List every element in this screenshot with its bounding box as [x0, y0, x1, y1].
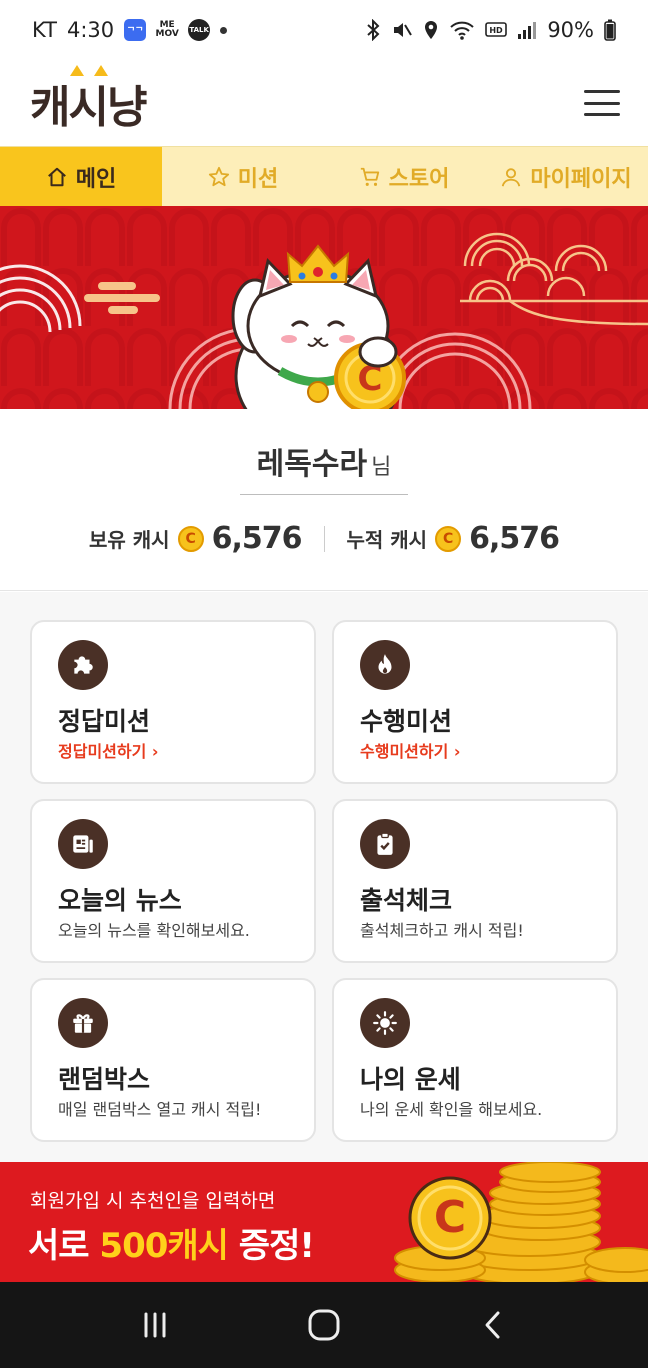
owned-cash-value: 6,576: [211, 521, 303, 556]
user-info-section: 레독수라 님 보유 캐시 C 6,576 누적 캐시 C 6,576: [0, 409, 648, 591]
owned-cash: 보유 캐시 C 6,576: [89, 521, 303, 556]
card-description: 출석체크하고 캐시 적립!: [360, 921, 524, 940]
home-circle-icon: [308, 1309, 340, 1341]
card-link[interactable]: 정답미션하기 ›: [58, 738, 158, 762]
promo-subtitle: 회원가입 시 추천인을 입력하면: [30, 1190, 276, 1212]
card-title: 나의 운세: [360, 1065, 461, 1094]
status-right: HD 90%: [365, 18, 616, 42]
cash-summary: 보유 캐시 C 6,576 누적 캐시 C 6,576: [0, 521, 648, 556]
total-cash: 누적 캐시 C 6,576: [346, 521, 560, 556]
tab-main-label: 메인: [75, 166, 117, 192]
tab-store-label: 스토어: [388, 166, 450, 192]
total-cash-label: 누적 캐시: [346, 528, 428, 552]
username-suffix: 님: [371, 455, 392, 480]
news-icon: [58, 819, 108, 869]
coin-icon: C: [177, 525, 204, 552]
home-button[interactable]: [294, 1295, 354, 1355]
card-description: 매일 랜덤박스 열고 캐시 적립!: [58, 1100, 262, 1119]
hero-banner: C: [0, 206, 648, 409]
logo-cat-ears: [70, 65, 108, 76]
feature-grid: 정답미션 정답미션하기 › 수행미션 수행미션하기 › 오늘의 뉴스 오늘의 뉴…: [0, 592, 648, 1162]
battery-percent: 90%: [547, 18, 594, 42]
svg-text:HD: HD: [490, 26, 504, 35]
coin-icon: C: [435, 525, 462, 552]
bluetooth-icon: [367, 19, 380, 41]
user-icon: [502, 167, 521, 186]
mute-icon: [394, 23, 413, 37]
gift-icon: [58, 998, 108, 1048]
promo-title-b: 증정!: [227, 1226, 315, 1266]
back-button[interactable]: [463, 1295, 523, 1355]
lucky-cat-illustration: C: [0, 206, 648, 409]
hd-voice-icon: HD: [485, 22, 508, 37]
card-description: 오늘의 뉴스를 확인해보세요.: [58, 921, 250, 940]
card-perform-mission[interactable]: 수행미션 수행미션하기 ›: [332, 620, 618, 784]
tab-mission[interactable]: 미션: [162, 147, 324, 206]
notification-app-icon: ᄀᄀ: [124, 19, 147, 41]
referral-promo-banner[interactable]: C 회원가입 시 추천인을 입력하면 서로 500캐시 증정!: [0, 1162, 648, 1282]
kakaotalk-notification-icon: TALK: [188, 19, 211, 41]
cart-icon: [360, 167, 379, 186]
location-icon: [425, 21, 438, 39]
puzzle-icon: [58, 640, 108, 690]
more-notifications-icon: [220, 26, 228, 34]
main-tab-bar: 메인 미션 스토어 마이페이지: [0, 146, 648, 206]
card-title: 수행미션: [360, 707, 453, 736]
card-link[interactable]: 수행미션하기 ›: [360, 738, 460, 762]
signal-icon: [518, 22, 537, 39]
card-today-news[interactable]: 오늘의 뉴스 오늘의 뉴스를 확인해보세요.: [30, 799, 316, 963]
logo-text: 캐시냥: [30, 82, 147, 133]
back-icon: [485, 1311, 500, 1339]
tab-mission-label: 미션: [237, 166, 279, 192]
app-header: 캐시냥: [0, 60, 648, 146]
status-bar: KT 4:30 ᄀᄀ ME MOV TALK HD 90%: [0, 0, 648, 60]
clock: 4:30: [66, 18, 115, 42]
name-divider: [240, 494, 408, 495]
fire-icon: [360, 640, 410, 690]
sun-icon: [360, 998, 410, 1048]
card-title: 랜덤박스: [58, 1065, 151, 1094]
card-title: 오늘의 뉴스: [58, 886, 182, 915]
username-text: 레독수라: [256, 447, 368, 482]
card-title: 출석체크: [360, 886, 453, 915]
username: 레독수라 님: [0, 439, 648, 483]
system-navigation-bar: [0, 1282, 648, 1368]
tab-store[interactable]: 스토어: [324, 147, 484, 206]
carrier: KT: [32, 18, 57, 42]
home-icon: [47, 167, 66, 186]
card-my-fortune[interactable]: 나의 운세 나의 운세 확인을 해보세요.: [332, 978, 618, 1142]
card-answer-mission[interactable]: 정답미션 정답미션하기 ›: [30, 620, 316, 784]
promo-highlight: 500캐시: [99, 1226, 229, 1266]
card-random-box[interactable]: 랜덤박스 매일 랜덤박스 열고 캐시 적립!: [30, 978, 316, 1142]
app-logo[interactable]: 캐시냥: [30, 65, 147, 135]
tab-main[interactable]: 메인: [0, 147, 162, 206]
clipboard-check-icon: [360, 819, 410, 869]
memov-notification-icon: ME MOV: [155, 20, 179, 39]
promo-title: 서로 500캐시 증정!: [28, 1218, 315, 1267]
hamburger-menu-icon[interactable]: [584, 90, 620, 116]
promo-coin-symbol: C: [433, 1192, 467, 1243]
owned-cash-label: 보유 캐시: [89, 528, 170, 552]
card-title: 정답미션: [58, 707, 151, 736]
battery-icon: [604, 19, 616, 41]
promo-title-a: 서로: [28, 1226, 100, 1266]
star-icon: [208, 166, 229, 186]
status-left: KT 4:30 ᄀᄀ ME MOV TALK: [32, 18, 228, 42]
wifi-icon: [450, 21, 474, 40]
total-cash-value: 6,576: [469, 521, 560, 556]
card-attendance-check[interactable]: 출석체크 출석체크하고 캐시 적립!: [332, 799, 618, 963]
tab-mypage-label: 마이페이지: [530, 166, 632, 192]
cash-separator: [323, 525, 325, 552]
coin-stack-illustration: [394, 1162, 648, 1282]
card-description: 나의 운세 확인을 해보세요.: [360, 1100, 543, 1119]
recent-apps-icon: [144, 1312, 166, 1338]
tab-mypage[interactable]: 마이페이지: [484, 147, 648, 206]
recent-apps-button[interactable]: [125, 1295, 185, 1355]
